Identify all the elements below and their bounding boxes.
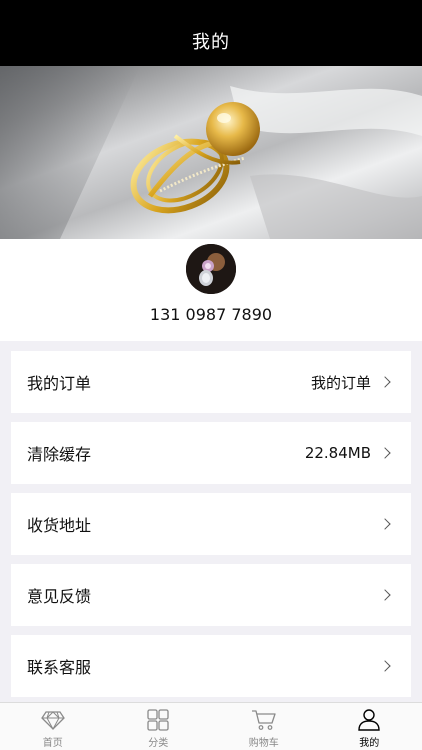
- cache-size-value: 22.84MB: [304, 444, 371, 462]
- banner-image: [0, 66, 422, 239]
- tab-mine[interactable]: 我的: [317, 703, 422, 750]
- nav-bar: 我的: [0, 0, 422, 66]
- tab-home[interactable]: 首页: [0, 703, 106, 750]
- menu-item-address[interactable]: 收货地址: [11, 493, 411, 555]
- app-screen: 我的 131 0987 7890 我的订单 我的订单 清除缓存 22.84MB …: [0, 0, 422, 750]
- chevron-right-icon: [379, 589, 391, 601]
- tab-label: 购物车: [248, 738, 279, 749]
- menu-item-label: 意见反馈: [27, 587, 92, 606]
- chevron-right-icon: [379, 447, 391, 459]
- ring-photo: [0, 66, 422, 239]
- tab-cart[interactable]: 购物车: [211, 703, 317, 750]
- tab-category[interactable]: 分类: [106, 703, 212, 750]
- menu-item-label: 收货地址: [27, 516, 92, 535]
- tab-label: 首页: [42, 738, 63, 749]
- cart-icon: [251, 710, 276, 730]
- chevron-right-icon: [379, 660, 391, 672]
- tab-label: 我的: [359, 738, 380, 749]
- menu-item-customer-service[interactable]: 联系客服: [11, 635, 411, 697]
- person-icon: [358, 709, 380, 731]
- menu-item-orders[interactable]: 我的订单 我的订单: [11, 351, 411, 413]
- tab-label: 分类: [148, 738, 169, 749]
- menu-item-value: 我的订单: [310, 373, 371, 392]
- grid-icon: [147, 709, 169, 731]
- menu-item-label: 清除缓存: [27, 445, 92, 464]
- menu-item-label: 联系客服: [27, 658, 92, 677]
- tab-bar: 首页 分类 购物车 我的: [0, 702, 422, 750]
- phone-number: 131 0987 7890: [149, 305, 273, 324]
- chevron-right-icon: [379, 518, 391, 530]
- earring-photo: [186, 244, 236, 294]
- menu-item-clear-cache[interactable]: 清除缓存 22.84MB: [11, 422, 411, 484]
- profile-section: 131 0987 7890: [0, 239, 422, 341]
- diamond-icon: [40, 711, 65, 731]
- chevron-right-icon: [379, 376, 391, 388]
- page-title: 我的: [192, 32, 230, 53]
- menu-item-label: 我的订单: [27, 374, 92, 393]
- avatar[interactable]: [186, 244, 236, 294]
- menu-item-feedback[interactable]: 意见反馈: [11, 564, 411, 626]
